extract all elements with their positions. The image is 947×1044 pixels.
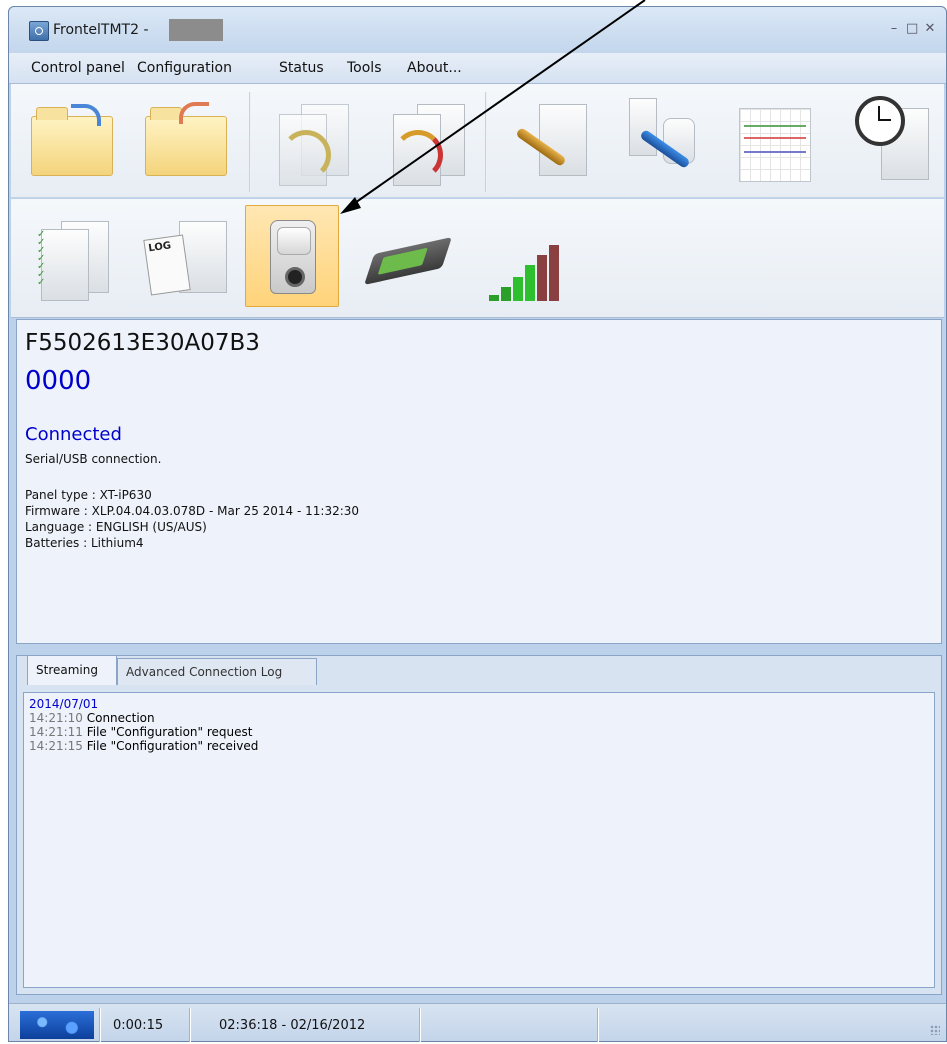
activity-indicator	[20, 1011, 94, 1039]
streaming-log: 2014/07/01 14:21:10 Connection 14:21:11 …	[23, 692, 935, 988]
log-entry: 14:21:15 File "Configuration" received	[29, 739, 259, 753]
log-entry: 14:21:11 File "Configuration" request	[29, 725, 253, 739]
signal-strength-icon	[485, 243, 565, 301]
schedule-button[interactable]	[727, 90, 819, 190]
elapsed-time: 0:00:15	[113, 1018, 164, 1033]
redacted-title-block	[169, 19, 223, 41]
device-id: F5502613E30A07B3	[25, 330, 260, 356]
panel-checklist-button[interactable]: ✓ ✓ ✓ ✓ ✓ ✓ ✓	[25, 207, 117, 307]
connection-type: Serial/USB connection.	[25, 452, 162, 466]
signal-bar	[537, 255, 547, 301]
menu-bar: Control panel Configuration Status Tools…	[9, 53, 946, 84]
signal-bar	[489, 295, 499, 301]
undo-arrow-icon	[179, 102, 209, 124]
panel-type: Panel type : XT-iP630	[25, 488, 152, 502]
signal-bar	[525, 265, 535, 301]
panel-settings-button[interactable]	[503, 90, 595, 190]
cable-icon	[281, 130, 331, 180]
panel-settings-icon	[539, 104, 587, 176]
tab-advanced-connection-log[interactable]: Advanced Connection Log	[117, 658, 317, 685]
menu-configuration[interactable]: Configuration	[137, 60, 232, 76]
log-entry: 14:21:10 Connection	[29, 711, 155, 725]
event-log-button[interactable]: LOG	[139, 207, 231, 307]
signal-bar	[513, 277, 523, 301]
switch-icon	[364, 237, 452, 285]
clock-icon	[855, 96, 905, 146]
signal-bar	[501, 287, 511, 301]
language: Language : ENGLISH (US/AUS)	[25, 520, 207, 534]
keypad-icon	[629, 98, 657, 156]
signal-bar	[549, 245, 559, 301]
menu-tools[interactable]: Tools	[347, 60, 382, 76]
download-panel-button[interactable]	[265, 90, 357, 190]
revert-folder-button[interactable]	[139, 90, 231, 190]
batteries: Batteries : Lithium4	[25, 536, 144, 550]
title-bar[interactable]: FrontelTMT2 - – □ ✕	[9, 7, 946, 53]
devices-settings-button[interactable]	[617, 90, 709, 190]
schedule-icon	[739, 108, 811, 182]
secondary-toolbar: ✓ ✓ ✓ ✓ ✓ ✓ ✓ LOG	[11, 199, 944, 318]
motion-detector-camera-icon	[270, 220, 316, 294]
signal-strength-button[interactable]	[477, 207, 569, 307]
menu-about[interactable]: About...	[407, 60, 462, 76]
device-code: 0000	[25, 366, 92, 396]
device-info-panel: F5502613E30A07B3 0000 Connected Serial/U…	[16, 319, 942, 644]
firmware-version: Firmware : XLP.04.04.03.078D - Mar 25 20…	[25, 504, 360, 518]
event-log-icon: LOG	[143, 234, 191, 296]
status-bar: 0:00:15 02:36:18 - 02/16/2012	[9, 1003, 946, 1042]
switch-button[interactable]	[363, 207, 455, 307]
revert-folder-icon	[145, 107, 227, 176]
clock-button[interactable]	[841, 90, 933, 190]
upload-panel-button[interactable]	[379, 90, 471, 190]
resize-grip[interactable]	[930, 1025, 940, 1035]
minimize-icon[interactable]: –	[888, 21, 900, 36]
status-datetime: 02:36:18 - 02/16/2012	[219, 1018, 366, 1033]
connection-status: Connected	[25, 424, 122, 445]
checkmarks-icon: ✓ ✓ ✓ ✓ ✓ ✓ ✓	[37, 229, 46, 288]
arrow-icon	[71, 104, 101, 126]
main-toolbar	[11, 84, 944, 198]
open-folder-button[interactable]	[25, 90, 117, 190]
app-icon	[29, 21, 49, 41]
tab-streaming[interactable]: Streaming	[27, 655, 117, 685]
close-icon[interactable]: ✕	[924, 21, 936, 36]
menu-status[interactable]: Status	[279, 60, 324, 76]
log-date: 2014/07/01	[29, 697, 99, 711]
menu-control-panel[interactable]: Control panel	[31, 60, 125, 76]
log-tabs: Streaming Advanced Connection Log 2014/0…	[16, 655, 942, 995]
window-title: FrontelTMT2 -	[53, 22, 149, 38]
maximize-icon[interactable]: □	[906, 21, 918, 36]
cable-icon	[393, 130, 443, 180]
motion-detector-camera-button[interactable]	[245, 205, 339, 307]
